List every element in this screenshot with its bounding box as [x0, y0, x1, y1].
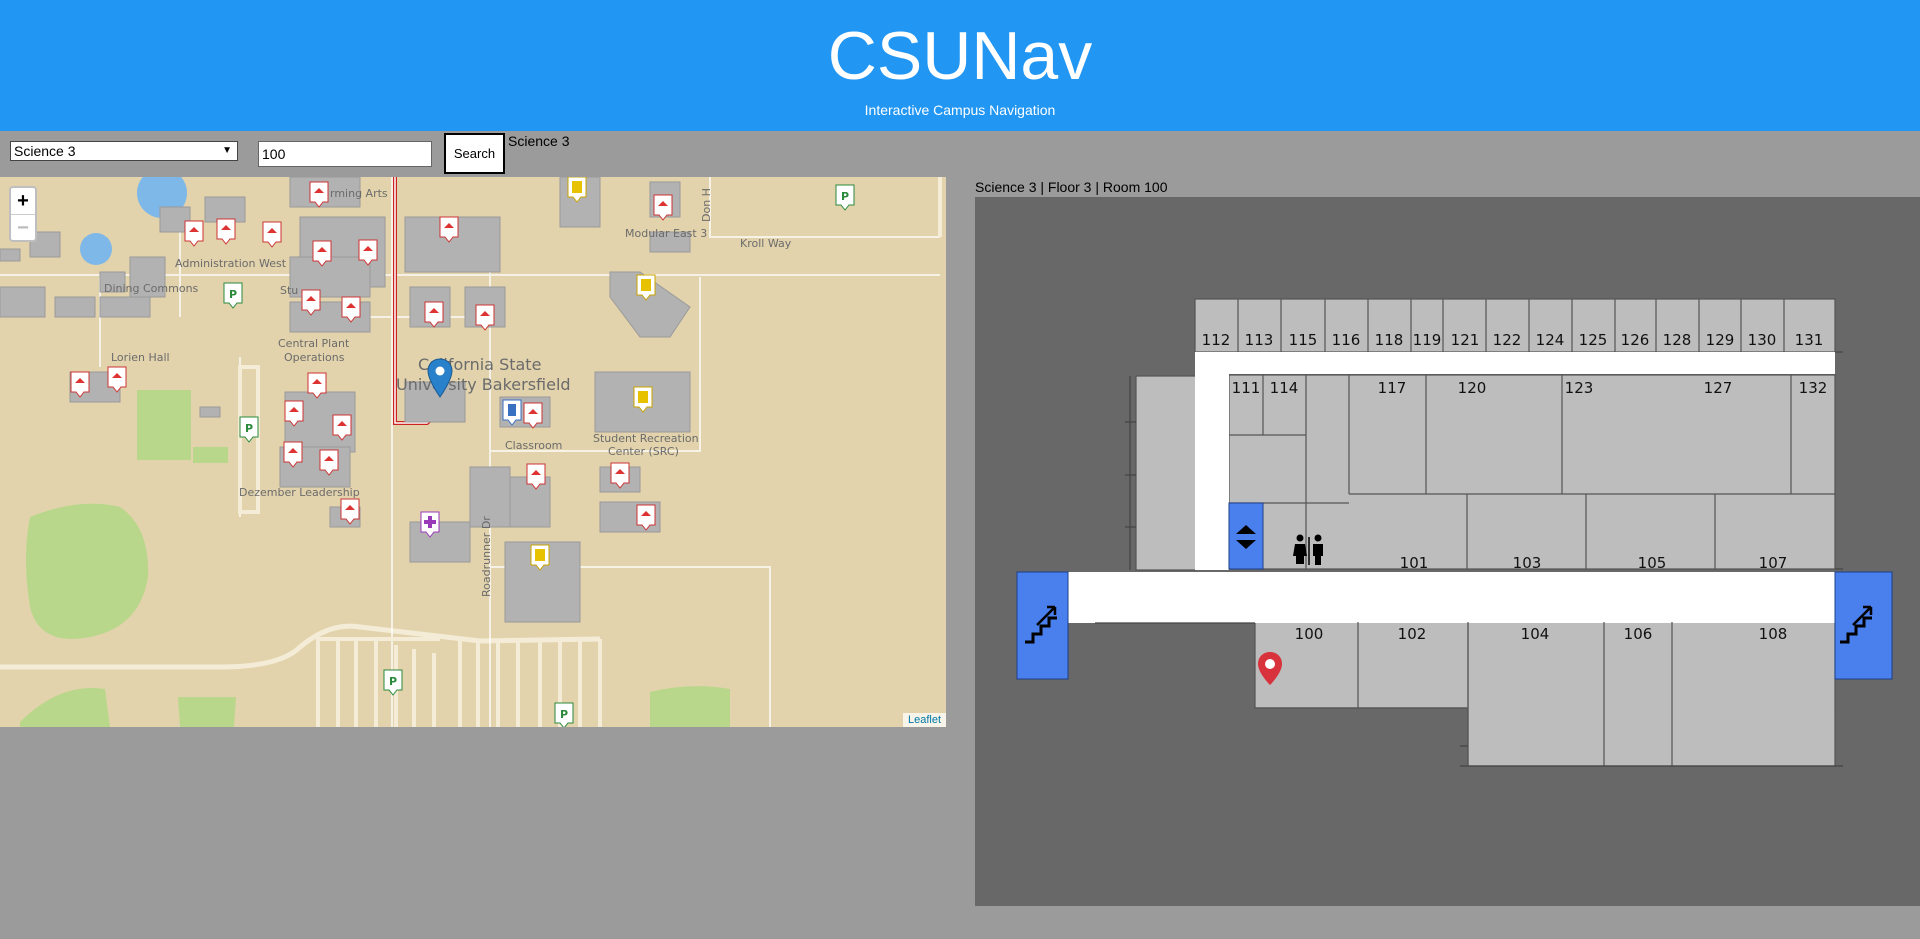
room-label: 125	[1579, 331, 1608, 349]
room-label: 120	[1458, 379, 1487, 397]
map-label-dining: Dining Commons	[104, 282, 199, 295]
room-label: 115	[1289, 331, 1318, 349]
map-label-student: Stu	[280, 284, 298, 297]
app-header: CSUNav Interactive Campus Navigation	[0, 0, 1920, 131]
app-title: CSUNav	[827, 18, 1093, 94]
map-label-operations: Operations	[284, 351, 345, 364]
building-select-value: Science 3	[14, 143, 76, 159]
room-label: 117	[1378, 379, 1407, 397]
map-label-src-line1: Student Recreation	[593, 432, 699, 445]
floor-caption: Science 3 | Floor 3 | Room 100	[975, 179, 1168, 195]
selected-building-label: Science 3	[508, 133, 570, 149]
room-label: 104	[1521, 625, 1550, 643]
svg-text:P: P	[560, 708, 568, 721]
room-label: 123	[1565, 379, 1594, 397]
elevator-icon	[1228, 502, 1264, 570]
zoom-in-button[interactable]: +	[11, 188, 35, 214]
room-label: 111	[1232, 379, 1261, 397]
dropdown-arrow-icon: ▼	[222, 145, 232, 156]
svg-text:P: P	[841, 190, 849, 203]
room-label: 132	[1799, 379, 1828, 397]
building-select[interactable]: Science 3 ▼	[10, 141, 238, 161]
search-button[interactable]: Search	[444, 133, 505, 174]
room-label: 118	[1375, 331, 1404, 349]
map-attribution-link[interactable]: Leaflet	[902, 713, 946, 727]
room-label: 113	[1245, 331, 1274, 349]
room-label: 100	[1295, 625, 1324, 643]
room-input[interactable]	[258, 141, 432, 167]
room-label: 122	[1493, 331, 1522, 349]
room-label: 102	[1398, 625, 1427, 643]
map-label-src-line2: Center (SRC)	[608, 445, 679, 458]
room-label: 121	[1451, 331, 1480, 349]
room-label: 108	[1759, 625, 1788, 643]
map-canvas[interactable]: rming Arts Modular East 3 Don H Kroll Wa…	[0, 177, 946, 727]
room-label: 126	[1621, 331, 1650, 349]
map-label-dezember: Dezember Leadership	[239, 486, 360, 499]
floor-plan: 112 113 115 116 118 119 121 122 124 125 …	[975, 197, 1920, 906]
floor-plan-canvas: 112 113 115 116 118 119 121 122 124 125 …	[1016, 298, 1893, 767]
zoom-control: + −	[9, 186, 37, 242]
room-label: 129	[1706, 331, 1735, 349]
room-label: 106	[1624, 625, 1653, 643]
room-label: 114	[1270, 379, 1299, 397]
map-label-admin-west: Administration West	[175, 257, 287, 270]
room-label: 130	[1748, 331, 1777, 349]
app-subtitle: Interactive Campus Navigation	[864, 102, 1056, 118]
map-label-lorien: Lorien Hall	[111, 351, 170, 364]
room-label: 131	[1795, 331, 1824, 349]
room-label: 101	[1400, 554, 1429, 572]
stairs-left-icon	[1016, 571, 1069, 680]
room-label: 127	[1704, 379, 1733, 397]
room-label: 124	[1536, 331, 1565, 349]
svg-text:P: P	[389, 675, 397, 688]
map-label-roadrunner: Roadrunner Dr	[480, 516, 493, 597]
map-label-kroll-way: Kroll Way	[740, 237, 792, 250]
room-label: 107	[1759, 554, 1788, 572]
svg-text:P: P	[229, 288, 237, 301]
map-label-classroom: Classroom	[505, 439, 562, 452]
map-label-performing-arts: rming Arts	[330, 187, 388, 200]
room-label: 116	[1332, 331, 1361, 349]
room-label: 128	[1663, 331, 1692, 349]
map-label-don-hart: Don H	[700, 188, 713, 222]
map-label-csub-line2: University Bakersfield	[396, 375, 571, 394]
room-label: 112	[1202, 331, 1231, 349]
map-label-modular-east: Modular East 3	[625, 227, 707, 240]
map-label-central-plant: Central Plant	[278, 337, 350, 350]
campus-map[interactable]: rming Arts Modular East 3 Don H Kroll Wa…	[0, 177, 946, 727]
room-label: 105	[1638, 554, 1667, 572]
zoom-out-button[interactable]: −	[11, 214, 35, 240]
room-label: 103	[1513, 554, 1542, 572]
room-label: 119	[1413, 331, 1442, 349]
svg-text:P: P	[245, 422, 253, 435]
stairs-right-icon	[1834, 571, 1893, 680]
